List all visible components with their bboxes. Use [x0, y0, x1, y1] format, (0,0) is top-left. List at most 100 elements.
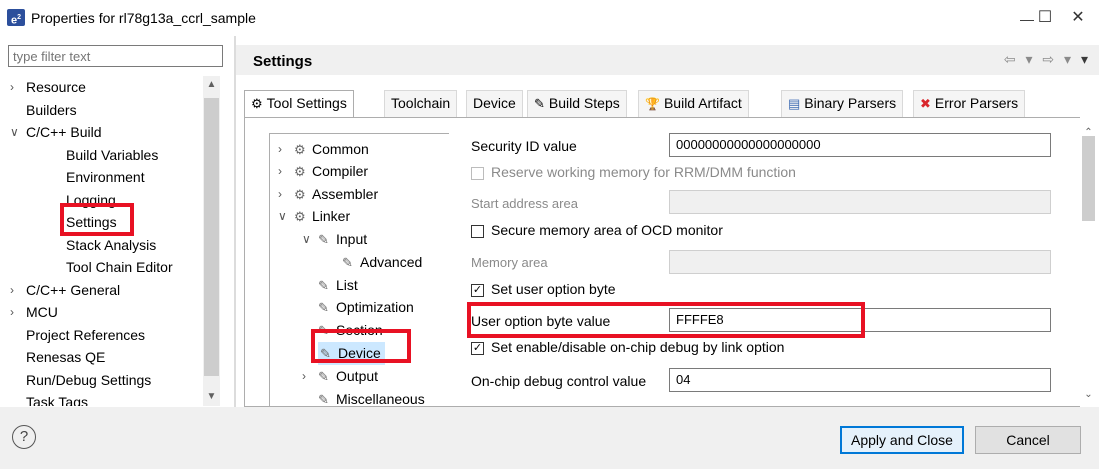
- option-tree-item[interactable]: ∨ ✎ Input: [270, 228, 448, 250]
- option-tree-item[interactable]: ✎ List: [270, 274, 448, 296]
- property-pages-pane: ›ResourceBuilders∨C/C++ BuildBuild Varia…: [0, 36, 234, 407]
- folder-icon: ✎: [318, 232, 329, 247]
- tab-device[interactable]: Device: [466, 90, 523, 117]
- title-bar: e2 Properties for rl78g13a_ccrl_sample —…: [0, 0, 1099, 36]
- settings-pane: Settings ⇦ ▾ ⇨ ▾ ▾ ⚙ Tool Settings Toolcha…: [236, 36, 1099, 408]
- option-tree-item[interactable]: › ⚙ Common: [270, 138, 448, 160]
- tab-error-parsers[interactable]: ✖ Error Parsers: [913, 90, 1026, 117]
- tool-options-tree: › ⚙ Common › ⚙ Compiler › ⚙ Assembler ∨ ⚙ Linker ∨ ✎ I…: [269, 133, 449, 408]
- left-scrollbar[interactable]: ▲ ▼: [203, 76, 220, 406]
- tab-label: Binary Parsers: [804, 95, 897, 111]
- folder-icon: ✎: [342, 255, 353, 270]
- view-menu-icon[interactable]: ▾: [1081, 51, 1091, 67]
- option-tree-label: Common: [312, 141, 369, 157]
- option-tree-item[interactable]: › ⚙ Compiler: [270, 160, 448, 182]
- set-user-option-label: Set user option byte: [491, 281, 616, 297]
- set-debug-checkbox[interactable]: ✓: [471, 342, 484, 355]
- memory-area-input[interactable]: [669, 250, 1051, 274]
- tree-item-label: Resource: [26, 79, 86, 95]
- highlight-device-node: [311, 329, 411, 363]
- tree-item-label: C/C++ Build: [26, 124, 102, 140]
- dialog-footer: ? Apply and Close Cancel: [0, 407, 1099, 469]
- option-tree-item[interactable]: ∨ ⚙ Linker: [270, 205, 448, 227]
- chevron-right-icon[interactable]: ›: [278, 183, 282, 205]
- security-id-input[interactable]: 00000000000000000000: [669, 133, 1051, 157]
- option-tree-label: Assembler: [312, 186, 379, 202]
- chevron-right-icon[interactable]: ›: [10, 301, 22, 323]
- option-tree-label: Linker: [312, 208, 351, 224]
- chevron-down-icon[interactable]: ∨: [302, 228, 311, 250]
- scroll-thumb[interactable]: [1082, 136, 1095, 221]
- tree-item-label: Renesas QE: [26, 349, 106, 365]
- secure-memory-checkbox[interactable]: [471, 225, 484, 238]
- secure-memory-label: Secure memory area of OCD monitor: [491, 222, 723, 238]
- forward-arrow-icon[interactable]: ⇨ ▾: [1042, 51, 1074, 67]
- option-tree-label: List: [336, 277, 358, 293]
- scroll-thumb[interactable]: [204, 98, 219, 376]
- option-tree-item[interactable]: ✎ Advanced: [270, 251, 448, 273]
- trophy-icon: 🏆: [645, 97, 660, 111]
- chevron-right-icon[interactable]: ›: [10, 76, 22, 98]
- set-debug-label: Set enable/disable on-chip debug by link…: [491, 339, 785, 355]
- security-id-label: Security ID value: [471, 138, 577, 154]
- tool-settings-panel: › ⚙ Common › ⚙ Compiler › ⚙ Assembler ∨ ⚙ Linker ∨ ✎ I…: [244, 117, 1086, 408]
- gear-icon: ⚙: [294, 142, 306, 157]
- chevron-right-icon[interactable]: ›: [302, 365, 306, 387]
- build-steps-icon: ✎: [534, 96, 545, 111]
- filter-input[interactable]: [8, 45, 223, 67]
- app-icon: e2: [7, 9, 25, 27]
- ocd-control-label: On-chip debug control value: [471, 373, 647, 389]
- gear-icon: ⚙: [294, 187, 306, 202]
- option-tree-label: Compiler: [312, 163, 369, 179]
- option-tree-item[interactable]: ✎ Miscellaneous: [270, 388, 448, 408]
- tab-tool-settings[interactable]: ⚙ Tool Settings: [244, 90, 354, 118]
- cancel-button[interactable]: Cancel: [975, 426, 1081, 454]
- memory-area-label: Memory area: [471, 255, 548, 270]
- back-arrow-icon[interactable]: ⇦ ▾: [1004, 51, 1036, 67]
- tab-label: Toolchain: [391, 95, 451, 111]
- chevron-right-icon[interactable]: ›: [278, 138, 282, 160]
- right-scrollbar[interactable]: ⌃ ⌄: [1080, 90, 1097, 407]
- tree-item-label: Tool Chain Editor: [66, 259, 173, 275]
- scroll-up-icon[interactable]: ▲: [203, 76, 220, 94]
- folder-icon: ✎: [318, 278, 329, 293]
- tab-build-artifact[interactable]: 🏆 Build Artifact: [638, 90, 749, 117]
- chevron-down-icon[interactable]: ∨: [10, 121, 22, 143]
- folder-icon: ✎: [318, 392, 329, 407]
- close-button[interactable]: ✕: [1063, 3, 1093, 33]
- property-tree: › Resource Builders ∨ C/C++ Build Build Varia…: [8, 76, 201, 406]
- tab-binary-parsers[interactable]: ▤ Binary Parsers: [781, 90, 904, 117]
- tree-item-label: Task Tags: [26, 394, 88, 406]
- option-tree-label: Advanced: [360, 254, 423, 270]
- apply-and-close-button[interactable]: Apply and Close: [840, 426, 964, 454]
- tab-toolchain[interactable]: Toolchain: [384, 90, 458, 117]
- device-options-form: Security ID value 00000000000000000000 R…: [465, 118, 1085, 406]
- chevron-right-icon[interactable]: ›: [278, 160, 282, 182]
- option-tree-item[interactable]: ✎ Optimization: [270, 296, 448, 318]
- reserve-memory-checkbox[interactable]: [471, 167, 484, 180]
- folder-icon: ✎: [318, 300, 329, 315]
- binary-icon: ▤: [788, 96, 801, 111]
- ocd-control-input[interactable]: 04: [669, 368, 1051, 392]
- gear-icon: ⚙: [251, 96, 263, 111]
- gear-icon: ⚙: [294, 209, 306, 224]
- scroll-down-icon[interactable]: ⌄: [1080, 386, 1097, 404]
- error-icon: ✖: [920, 96, 931, 111]
- chevron-right-icon[interactable]: ›: [10, 279, 22, 301]
- start-address-label: Start address area: [471, 196, 578, 211]
- chevron-down-icon[interactable]: ∨: [278, 205, 287, 227]
- option-tree-item[interactable]: › ✎ Output: [270, 365, 448, 387]
- set-user-option-checkbox[interactable]: ✓: [471, 284, 484, 297]
- scroll-down-icon[interactable]: ▼: [203, 388, 220, 406]
- highlight-user-option-byte: [467, 302, 865, 338]
- help-icon[interactable]: ?: [12, 425, 36, 449]
- option-tree-item[interactable]: › ⚙ Assembler: [270, 183, 448, 205]
- tab-build-steps[interactable]: ✎ Build Steps: [527, 90, 627, 117]
- reserve-memory-label: Reserve working memory for RRM/DMM funct…: [491, 164, 796, 180]
- start-address-input[interactable]: [669, 190, 1051, 214]
- tab-label: Build Steps: [548, 95, 620, 111]
- folder-icon: ✎: [318, 369, 329, 384]
- page-title: Settings: [253, 53, 313, 70]
- tree-item-label: Environment: [66, 169, 145, 185]
- maximize-button[interactable]: ☐: [1030, 3, 1060, 33]
